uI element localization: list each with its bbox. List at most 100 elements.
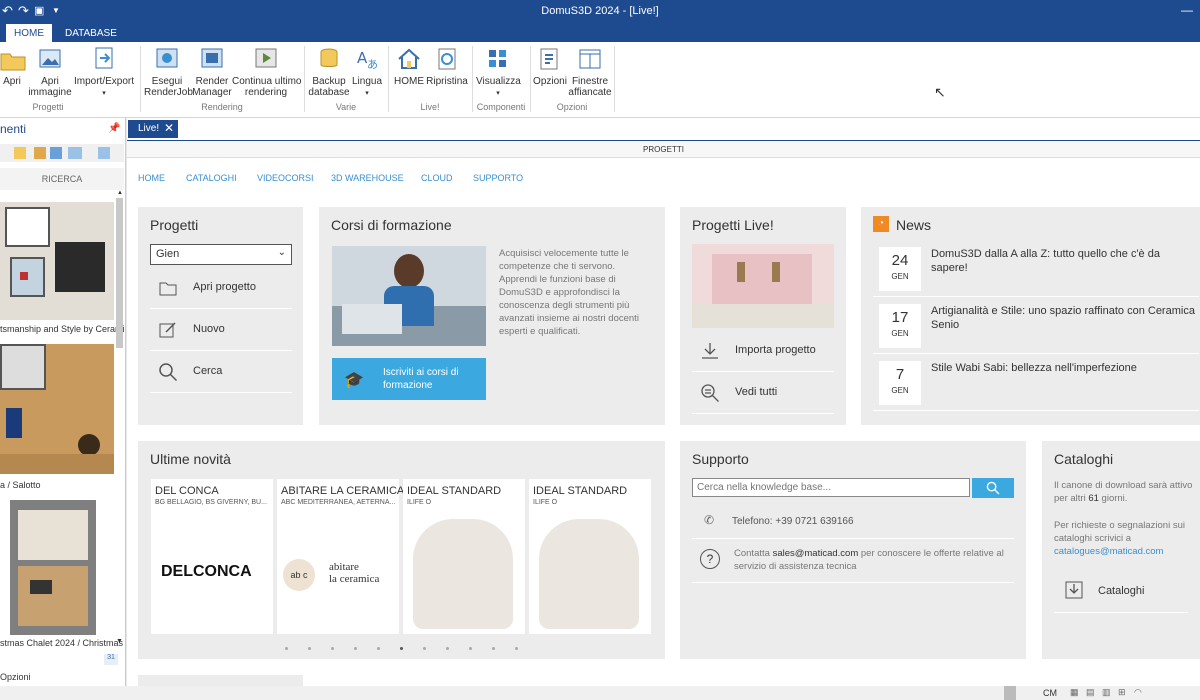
carousel-dot[interactable] <box>308 647 311 650</box>
carousel-dot[interactable] <box>492 647 495 650</box>
wifi-icon[interactable]: ◠ <box>1134 687 1142 698</box>
continue-rendering-button[interactable]: Continua ultimo rendering <box>232 46 301 98</box>
close-icon[interactable]: ✕ <box>164 121 174 135</box>
language-button[interactable]: Aあ Lingua ▾ <box>350 46 384 99</box>
chevron-down-icon[interactable]: ▼ <box>116 638 123 645</box>
panel-footer-options[interactable]: Opzioni <box>0 672 31 682</box>
carousel-dot[interactable] <box>354 647 357 650</box>
project-thumbnail[interactable] <box>0 344 114 474</box>
live-home-button[interactable]: HOME <box>392 46 426 87</box>
catalogs-download-button[interactable]: Cataloghi <box>1054 571 1188 613</box>
import-export-icon <box>91 46 117 72</box>
panel-toolbar <box>0 144 124 162</box>
live-project-image <box>692 244 834 328</box>
tile-windows-button[interactable]: Finestre affiancate <box>568 46 612 98</box>
carousel-dot[interactable] <box>377 647 380 650</box>
tab-live[interactable]: Live! ✕ <box>128 120 178 138</box>
import-export-button[interactable]: Import/Export ▾ <box>74 46 134 99</box>
filter-icon[interactable] <box>14 147 26 159</box>
ultime-novita-card: Ultime novità DEL CONCA BG BELLAGIO, BS … <box>138 441 665 659</box>
card-title: Progetti Live! <box>692 217 774 233</box>
unit-label[interactable]: CM <box>1043 688 1057 698</box>
group-label-opzioni: Opzioni <box>556 102 588 112</box>
card-title: Ultime novità <box>150 451 231 467</box>
view-button[interactable]: Visualizza ▾ <box>476 46 521 99</box>
group-label-live: Live! <box>420 102 440 112</box>
open-project-row[interactable]: Apri progetto <box>150 269 292 309</box>
snap-icon[interactable]: ▤ <box>1086 687 1095 698</box>
new-project-row[interactable]: Nuovo <box>150 311 292 351</box>
table-icon[interactable]: ▥ <box>1102 687 1111 698</box>
search-button[interactable]: RICERCA <box>0 168 124 190</box>
news-item[interactable]: 7 GEN Stile Wabi Sabi: bellezza nell'impe… <box>873 355 1199 411</box>
nav-videocorsi[interactable]: VIDEOCORSI <box>257 173 314 183</box>
card-title: Progetti <box>150 217 199 233</box>
carousel-dot[interactable] <box>515 647 518 650</box>
scrollbar-thumb[interactable] <box>1004 686 1016 700</box>
carousel-dot[interactable] <box>331 647 334 650</box>
enroll-courses-button[interactable]: 🎓 Iscriviti ai corsi di formazione <box>332 358 486 400</box>
news-item[interactable]: 17 GEN Artigianalità e Stile: uno spazio … <box>873 298 1199 354</box>
project-thumbnail[interactable] <box>0 202 114 320</box>
nav-supporto[interactable]: SUPPORTO <box>473 173 523 183</box>
search-icon <box>158 362 178 382</box>
knowledge-base-search-input[interactable] <box>692 478 970 497</box>
ribbon-tabs: HOME DATABASE <box>0 22 1200 42</box>
scroll-up-icon[interactable]: ▲ <box>117 190 123 196</box>
product-card[interactable]: IDEAL STANDARD ILIFE O <box>529 479 651 634</box>
scrollbar[interactable] <box>116 198 123 348</box>
ortho-icon[interactable]: ⊞ <box>1118 687 1126 698</box>
tab-database[interactable]: DATABASE <box>57 24 125 42</box>
nav-3d-warehouse[interactable]: 3D WAREHOUSE <box>331 173 404 183</box>
tool-icon[interactable] <box>50 147 62 159</box>
catalogues-email-link[interactable]: catalogues@maticad.com <box>1054 546 1163 557</box>
components-panel: nenti 📌 RICERCA tsmanship and Style by C… <box>0 118 126 700</box>
window-title: DomuS3D 2024 - [Live!] <box>541 5 659 17</box>
product-card[interactable]: IDEAL STANDARD ILIFE O <box>403 479 525 634</box>
carousel-dot-active[interactable] <box>400 647 403 650</box>
bidet-image <box>413 519 513 629</box>
render-manager-button[interactable]: Render Manager <box>192 46 232 98</box>
product-card[interactable]: ABITARE LA CERAMICA ABC MEDITERRANEA, AE… <box>277 479 404 634</box>
options-button[interactable]: Opzioni <box>532 46 568 87</box>
count-badge: 31 <box>104 654 118 665</box>
search-submit-button[interactable] <box>972 478 1014 498</box>
project-thumbnail[interactable] <box>10 500 96 635</box>
backup-database-button[interactable]: Backup database <box>308 46 350 98</box>
separator <box>614 46 615 112</box>
card-title: Corsi di formazione <box>331 217 452 233</box>
tool-icon[interactable] <box>34 147 46 159</box>
restore-button[interactable]: Ripristina <box>426 46 468 87</box>
product-card[interactable]: DEL CONCA BG BELLAGIO, BS GIVERNY, BU...… <box>151 479 273 634</box>
run-renderjob-button[interactable]: Esegui RenderJob <box>144 46 193 98</box>
tool-icon[interactable] <box>68 147 82 159</box>
carousel-dot[interactable] <box>423 647 426 650</box>
nav-home[interactable]: HOME <box>138 173 165 183</box>
next-row-card <box>138 675 303 686</box>
pin-icon[interactable]: 📌 <box>108 123 120 134</box>
ribbon: Apri Apri immagine Import/Export ▾ Proget… <box>0 42 1200 118</box>
image-icon <box>37 46 63 72</box>
grid-icon[interactable]: ▦ <box>1070 687 1079 698</box>
project-select[interactable]: Gien ⌄ <box>150 244 292 265</box>
nav-cataloghi[interactable]: CATALOGHI <box>186 173 237 183</box>
import-project-row[interactable]: Importa progetto <box>692 332 834 372</box>
minimize-icon[interactable]: — <box>1181 3 1193 17</box>
tab-home[interactable]: HOME <box>6 24 52 42</box>
view-all-row[interactable]: Vedi tutti <box>692 374 834 414</box>
nav-cloud[interactable]: CLOUD <box>421 173 453 183</box>
news-item[interactable]: 24 GEN DomuS3D dalla A alla Z: tutto quel… <box>873 241 1199 297</box>
open-button[interactable]: Apri <box>0 46 26 87</box>
carousel-dot[interactable] <box>446 647 449 650</box>
progetti-card: Progetti Gien ⌄ Apri progetto Nuovo Cerc… <box>138 207 303 425</box>
phone-icon: ✆ <box>704 513 715 527</box>
sales-email-link[interactable]: sales@maticad.com <box>773 548 859 559</box>
brand-logo-mark: ab c <box>283 559 315 591</box>
download-icon <box>700 341 720 361</box>
search-project-row[interactable]: Cerca <box>150 353 292 393</box>
carousel-dot[interactable] <box>285 647 288 650</box>
carousel-dot[interactable] <box>469 647 472 650</box>
open-image-button[interactable]: Apri immagine <box>28 46 72 98</box>
tool-icon[interactable] <box>98 147 110 159</box>
language-icon: Aあ <box>354 46 380 72</box>
